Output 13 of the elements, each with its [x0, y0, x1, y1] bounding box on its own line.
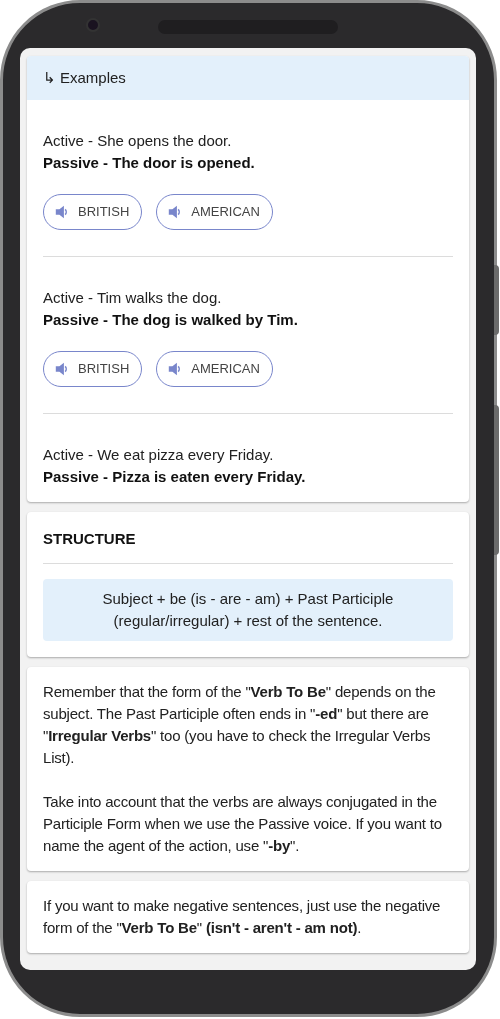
passive-sentence: Passive - The door is opened.	[43, 153, 256, 173]
card-title: Examples	[60, 67, 126, 88]
formula-box: Subject + be (is - are - am) + Past Participle (regular/irregular) + rest of the sentence.	[43, 578, 453, 641]
passive-sentence: Passive - The dog is walked by Tim.	[43, 310, 299, 330]
paragraph: If you want to make negative sentences, just use the negative form of the "Verb To Be" (isn't - aren't - am not).	[43, 895, 442, 938]
paragraph: Remember that the form of the "Verb To Be" depends on the subject. The Past Participle often ends in "-ed" but there are "Irregular Verbs" too (you have to check the Irregular Verbs List).	[43, 681, 437, 768]
arrow-icon: ↳	[43, 66, 56, 90]
active-sentence: Active - We eat pizza every Friday.	[43, 445, 275, 465]
active-sentence: Active - Tim walks the dog.	[43, 288, 223, 308]
passive-sentence: Passive - Pizza is eaten every Friday.	[43, 467, 307, 487]
paragraph: Take into account that the verbs are always conjugated in the Participle Form when we use the Passive voice. If you want to name the agent of the action, use "-by".	[43, 791, 443, 856]
section-title: STRUCTURE	[43, 528, 453, 564]
active-sentence: Active - She opens the door.	[43, 131, 233, 151]
